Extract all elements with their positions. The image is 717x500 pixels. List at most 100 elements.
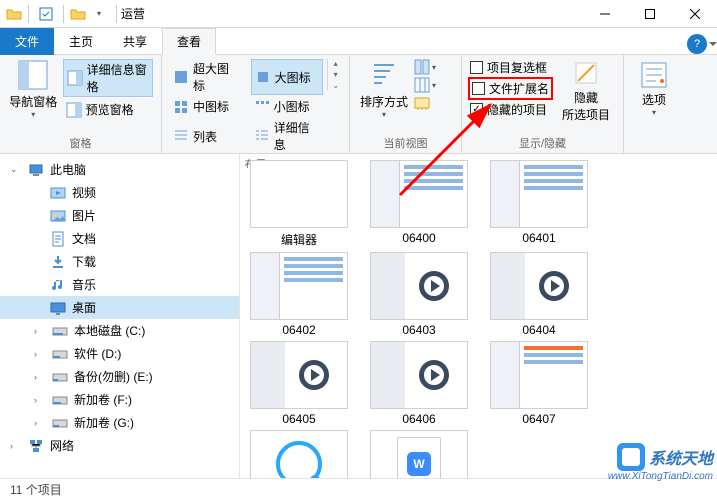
image-thumbnail bbox=[250, 252, 348, 320]
image-thumbnail bbox=[370, 341, 468, 409]
options-icon bbox=[638, 59, 670, 91]
options-button[interactable]: 选项 ▾ bbox=[632, 59, 676, 117]
layout-medium[interactable]: 中图标 bbox=[170, 97, 241, 116]
videos-icon bbox=[50, 185, 66, 201]
this-pc-icon bbox=[28, 162, 44, 178]
file-item[interactable]: 06406 bbox=[364, 341, 474, 426]
tree-item-pictures[interactable]: 图片 bbox=[0, 204, 239, 227]
content-area: ⌄此电脑 视频 图片 文档 下载 音乐 桌面 ›本地磁盘 (C:) ›软件 (D… bbox=[0, 154, 717, 478]
group-by-button[interactable]: ▾ bbox=[414, 59, 436, 75]
preview-pane-icon bbox=[66, 102, 82, 118]
checkbox-unchecked-icon bbox=[472, 82, 485, 95]
group-show-hide: 项目复选框 文件扩展名 ✓ 隐藏的项目 隐藏所选项目 显示/隐藏 bbox=[462, 55, 624, 153]
tree-item-drive-f[interactable]: ›新加卷 (F:) bbox=[0, 388, 239, 411]
tab-share[interactable]: 共享 bbox=[108, 28, 162, 55]
desktop-icon bbox=[50, 300, 66, 316]
navigation-pane-icon bbox=[17, 59, 49, 91]
document-thumbnail: W bbox=[370, 430, 468, 478]
sort-icon bbox=[368, 59, 400, 91]
file-item[interactable]: 06403 bbox=[364, 252, 474, 337]
layout-small[interactable]: 小图标 bbox=[251, 97, 324, 116]
qat-dropdown-button[interactable]: ▾ bbox=[88, 3, 110, 25]
music-icon bbox=[50, 277, 66, 293]
file-item[interactable]: 06402 bbox=[244, 252, 354, 337]
qat-properties-button[interactable] bbox=[35, 3, 57, 25]
medium-icon bbox=[173, 99, 189, 115]
window-title: 运营 bbox=[121, 5, 145, 22]
preview-pane-button[interactable]: 预览窗格 bbox=[63, 100, 153, 119]
ribbon: 导航窗格 ▾ 详细信息窗格 预览窗格 窗格 超大图标 大图标 中图标 bbox=[0, 54, 717, 154]
sort-button[interactable]: 排序方式 ▾ bbox=[358, 59, 410, 119]
group-panes: 导航窗格 ▾ 详细信息窗格 预览窗格 窗格 bbox=[0, 55, 162, 153]
file-item[interactable]: W绘图1 bbox=[364, 430, 474, 478]
extra-large-icon bbox=[173, 69, 189, 85]
drive-icon bbox=[52, 415, 68, 431]
hidden-items-toggle[interactable]: ✓ 隐藏的项目 bbox=[470, 101, 551, 118]
size-columns-button[interactable] bbox=[414, 95, 436, 111]
quick-access-toolbar: ▾ bbox=[0, 3, 121, 25]
tab-file[interactable]: 文件 bbox=[0, 28, 54, 55]
drive-icon bbox=[52, 392, 68, 408]
navigation-pane-button[interactable]: 导航窗格 ▾ bbox=[8, 59, 59, 119]
watermark: 系统天地 www.XiTongTianDi.com bbox=[608, 443, 713, 482]
file-item[interactable]: 编辑器 bbox=[244, 160, 354, 248]
file-item[interactable]: 06407 bbox=[484, 341, 594, 426]
layout-expand-button[interactable]: ▴▾⌄ bbox=[327, 59, 341, 90]
image-thumbnail bbox=[490, 341, 588, 409]
checkbox-unchecked-icon bbox=[470, 61, 483, 74]
tree-item-this-pc[interactable]: ⌄此电脑 bbox=[0, 158, 239, 181]
layout-details[interactable]: 详细信息 bbox=[251, 118, 324, 154]
minimize-button[interactable] bbox=[582, 0, 627, 28]
hide-selected-button[interactable]: 隐藏所选项目 bbox=[557, 59, 615, 123]
title-bar: ▾ 运营 bbox=[0, 0, 717, 28]
tree-item-downloads[interactable]: 下载 bbox=[0, 250, 239, 273]
tab-home[interactable]: 主页 bbox=[54, 28, 108, 55]
image-thumbnail: 腾讯QQ bbox=[250, 430, 348, 478]
file-extensions-toggle[interactable]: 文件扩展名 bbox=[468, 77, 553, 100]
tree-item-drive-d[interactable]: ›软件 (D:) bbox=[0, 342, 239, 365]
ribbon-tabs: 文件 主页 共享 查看 ? bbox=[0, 28, 717, 54]
file-item[interactable]: 腾讯QQQQ浏览器 bbox=[244, 430, 354, 478]
file-view[interactable]: 编辑器 06400 06401 06402 06403 06404 06405 … bbox=[240, 154, 717, 478]
downloads-icon bbox=[50, 254, 66, 270]
image-thumbnail bbox=[370, 160, 468, 228]
list-icon bbox=[173, 128, 189, 144]
help-button[interactable]: ? bbox=[687, 34, 707, 54]
small-icon bbox=[254, 99, 270, 115]
layout-large[interactable]: 大图标 bbox=[251, 59, 324, 95]
item-checkboxes-toggle[interactable]: 项目复选框 bbox=[470, 59, 551, 76]
folder-icon bbox=[70, 6, 86, 22]
tree-item-network[interactable]: ›网络 bbox=[0, 434, 239, 457]
layout-extra-large[interactable]: 超大图标 bbox=[170, 59, 241, 95]
layout-list[interactable]: 列表 bbox=[170, 118, 241, 154]
file-item[interactable]: 06405 bbox=[244, 341, 354, 426]
details-pane-button[interactable]: 详细信息窗格 bbox=[63, 59, 153, 97]
checkbox-checked-icon: ✓ bbox=[470, 103, 483, 116]
drive-icon bbox=[52, 369, 68, 385]
tree-item-documents[interactable]: 文档 bbox=[0, 227, 239, 250]
image-thumbnail bbox=[490, 160, 588, 228]
tree-item-drive-g[interactable]: ›新加卷 (G:) bbox=[0, 411, 239, 434]
drive-icon bbox=[52, 323, 68, 339]
file-item[interactable]: 06400 bbox=[364, 160, 474, 248]
details-pane-icon bbox=[67, 70, 83, 86]
file-item[interactable]: 06401 bbox=[484, 160, 594, 248]
close-button[interactable] bbox=[672, 0, 717, 28]
maximize-button[interactable] bbox=[627, 0, 672, 28]
tree-item-music[interactable]: 音乐 bbox=[0, 273, 239, 296]
add-columns-button[interactable]: ▾ bbox=[414, 77, 436, 93]
large-icon bbox=[255, 69, 271, 85]
group-current-view: 排序方式 ▾ ▾ ▾ 当前视图 bbox=[350, 55, 462, 153]
tree-item-videos[interactable]: 视频 bbox=[0, 181, 239, 204]
drive-icon bbox=[52, 346, 68, 362]
group-layout: 超大图标 大图标 中图标 小图标 列表 详细信息 ▴▾⌄ 布局 bbox=[162, 55, 350, 153]
tree-item-drive-e[interactable]: ›备份(勿删) (E:) bbox=[0, 365, 239, 388]
group-options: 选项 ▾ bbox=[624, 55, 684, 153]
documents-icon bbox=[50, 231, 66, 247]
tree-item-drive-c[interactable]: ›本地磁盘 (C:) bbox=[0, 319, 239, 342]
file-item[interactable]: 06404 bbox=[484, 252, 594, 337]
navigation-tree[interactable]: ⌄此电脑 视频 图片 文档 下载 音乐 桌面 ›本地磁盘 (C:) ›软件 (D… bbox=[0, 154, 240, 478]
tab-view[interactable]: 查看 bbox=[162, 28, 216, 55]
watermark-logo-icon bbox=[617, 443, 645, 471]
tree-item-desktop[interactable]: 桌面 bbox=[0, 296, 239, 319]
